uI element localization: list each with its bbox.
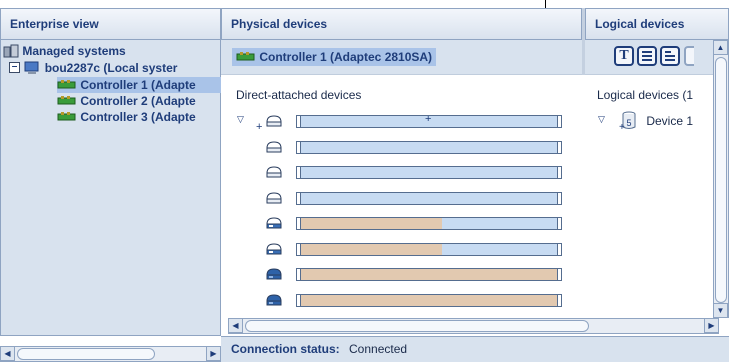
capacity-used-fill [297, 269, 561, 280]
capacity-free-fill [297, 193, 561, 204]
scroll-thumb[interactable] [17, 348, 155, 360]
bar-cap-right [557, 218, 561, 229]
bar-cap-right [557, 193, 561, 204]
svg-text:+: + [619, 122, 625, 131]
direct-attached-label: Direct-attached devices [236, 88, 362, 102]
left-hscrollbar[interactable]: ◀ ▶ [0, 346, 221, 362]
bar-cap-left [297, 295, 301, 306]
bar-cap-left [297, 167, 301, 178]
status-bar: Connection status: Connected [221, 336, 729, 362]
selected-controller[interactable]: Controller 1 (Adaptec 2810SA) [232, 48, 437, 66]
controller-card-icon [57, 96, 76, 105]
capacity-used-fill [297, 218, 443, 229]
bar-cap-right [557, 167, 561, 178]
scroll-left-button[interactable]: ◀ [228, 318, 243, 333]
controller-card-icon [57, 112, 76, 121]
bar-cap-right [557, 116, 561, 127]
capacity-used-fill [297, 244, 443, 255]
view-more-button[interactable] [684, 46, 694, 66]
tree-controller-label: Controller 1 (Adapte [80, 78, 196, 92]
tree-system[interactable]: – bou2287c (Local syster [9, 60, 177, 76]
capacity-free-fill [297, 142, 561, 153]
capacity-bar[interactable] [296, 268, 562, 281]
capacity-bar[interactable]: + [296, 115, 562, 128]
managed-systems-icon [3, 44, 19, 58]
capacity-free-fill [442, 218, 561, 229]
collapse-icon[interactable]: – [9, 62, 20, 73]
logical-device-item[interactable]: 5 + Device 1 [616, 111, 694, 133]
bar-cap-left [297, 193, 301, 204]
controller-card-icon [236, 52, 255, 61]
view-text-button[interactable]: T [614, 46, 634, 66]
full-drive-icon[interactable] [265, 293, 283, 307]
full-drive-icon[interactable] [265, 267, 283, 281]
tree-root[interactable]: Managed systems [3, 43, 126, 59]
status-label: Connection status: [231, 342, 340, 356]
capacity-bar[interactable] [296, 243, 562, 256]
raid-volume-icon: 5 + [619, 111, 636, 133]
capacity-used-fill [297, 295, 561, 306]
computer-icon [24, 61, 39, 74]
bar-cap-left [297, 116, 301, 127]
scroll-up-button[interactable]: ▲ [713, 40, 728, 55]
controller-bar: Controller 1 (Adaptec 2810SA) T [221, 40, 729, 75]
devices-hscrollbar[interactable]: ◀ ▶ [228, 318, 719, 334]
capacity-free-fill [442, 244, 561, 255]
tree-root-label: Managed systems [22, 44, 126, 58]
logical-device-label: Device 1 [646, 114, 694, 128]
scroll-down-button[interactable]: ▼ [713, 303, 728, 318]
capacity-bar[interactable] [296, 141, 562, 154]
used-drive-icon[interactable] [265, 242, 283, 256]
enterprise-tree-pane: Managed systems – bou2287c (Local syster… [0, 40, 223, 336]
tree-system-label: bou2287c (Local syster [44, 61, 178, 75]
tree-controller-1[interactable]: Controller 1 (Adapte [57, 77, 223, 93]
capacity-bar[interactable] [296, 217, 562, 230]
raid-level-badge: 5 [626, 118, 631, 128]
empty-drive-icon[interactable] [265, 140, 283, 154]
view-details-button[interactable] [660, 46, 680, 66]
scroll-right-button[interactable]: ▶ [704, 318, 719, 333]
enterprise-view-header: Enterprise view [0, 8, 221, 40]
capacity-free-fill [297, 167, 561, 178]
scroll-thumb[interactable] [245, 320, 589, 332]
empty-drive-icon[interactable] [265, 165, 283, 179]
view-list-button[interactable] [637, 46, 657, 66]
logical-devices-label: Logical devices (1 [597, 88, 694, 102]
devices-pane [221, 40, 729, 336]
empty-drive-icon[interactable] [265, 114, 283, 128]
expand-arrow-icon[interactable]: ▽ [237, 114, 244, 125]
scroll-right-button[interactable]: ▶ [206, 346, 221, 361]
bar-cap-right [557, 269, 561, 280]
tree-controller-label: Controller 3 (Adapte [80, 110, 196, 124]
capacity-bar[interactable] [296, 192, 562, 205]
capacity-bar[interactable] [296, 294, 562, 307]
column-divider [582, 8, 585, 75]
bar-cap-right [557, 142, 561, 153]
bar-cap-right [557, 295, 561, 306]
tree-controller-3[interactable]: Controller 3 (Adapte [57, 109, 196, 125]
add-device-icon[interactable]: + [256, 121, 262, 133]
physical-devices-header: Physical devices [221, 8, 582, 40]
bar-cap-right [557, 244, 561, 255]
tree-controller-label: Controller 2 (Adapte [80, 94, 196, 108]
used-drive-icon[interactable] [265, 216, 283, 230]
empty-drive-icon[interactable] [265, 191, 283, 205]
bar-cap-left [297, 142, 301, 153]
scroll-thumb[interactable] [715, 57, 727, 303]
bar-cap-left [297, 269, 301, 280]
expand-arrow-icon[interactable]: ▽ [598, 114, 605, 125]
scroll-left-button[interactable]: ◀ [0, 346, 15, 361]
add-segment-icon[interactable]: + [425, 116, 431, 125]
bar-cap-left [297, 218, 301, 229]
logical-devices-header: Logical devices [585, 8, 729, 40]
tree-controller-2[interactable]: Controller 2 (Adapte [57, 93, 196, 109]
controller-card-icon [57, 80, 76, 89]
status-value: Connected [349, 342, 408, 356]
selected-controller-label: Controller 1 (Adaptec 2810SA) [259, 50, 433, 64]
logical-vscrollbar[interactable]: ▲ ▼ [713, 40, 729, 318]
bar-cap-left [297, 244, 301, 255]
capacity-bar[interactable] [296, 166, 562, 179]
